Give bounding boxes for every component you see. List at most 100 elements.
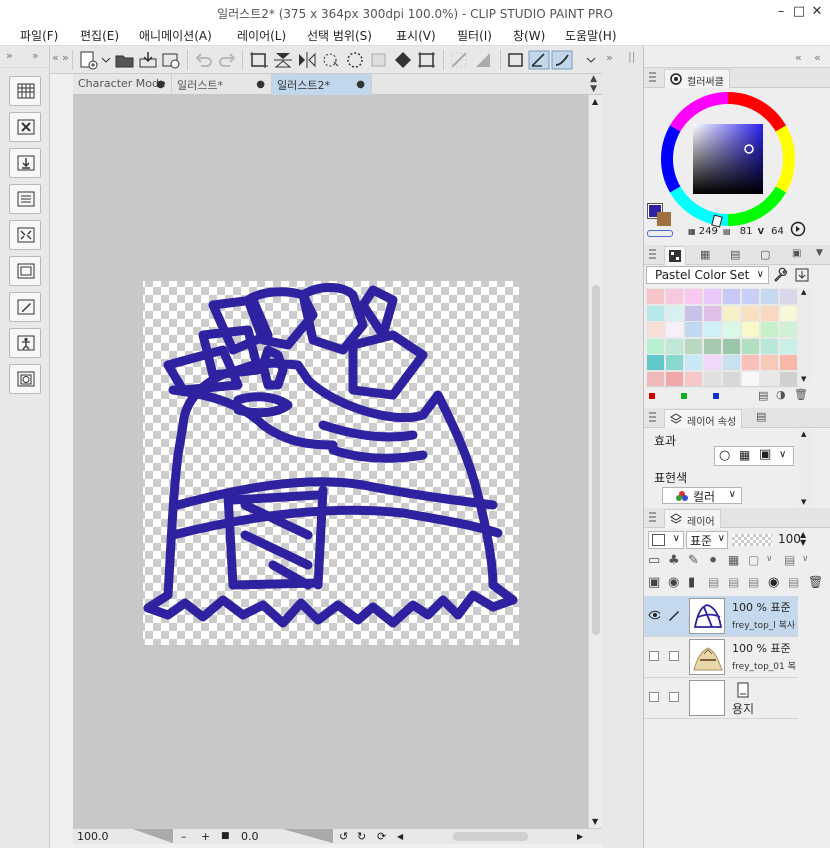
save-icon[interactable] — [137, 50, 159, 70]
color-swatch[interactable] — [665, 337, 684, 355]
color-swatch[interactable] — [665, 370, 684, 388]
deselect-icon[interactable] — [368, 50, 390, 70]
import-color-set-icon[interactable] — [794, 267, 810, 283]
delete-color-icon[interactable]: 🗑 — [794, 388, 808, 401]
color-swatch[interactable] — [665, 304, 684, 322]
swatch-scrollbar[interactable]: ▲ ▼ — [799, 288, 811, 383]
color-swatch[interactable] — [779, 288, 798, 305]
new-folder-icon[interactable]: ▮ — [688, 575, 695, 590]
color-swatch[interactable] — [703, 304, 722, 322]
special-ruler-icon[interactable] — [473, 50, 495, 70]
horizontal-scroll-thumb[interactable] — [453, 832, 528, 841]
tab-overflow-icon[interactable]: ▼ — [816, 248, 823, 258]
toolbar-more-icon[interactable] — [584, 50, 598, 70]
layer-color-icon[interactable]: ▣ — [759, 447, 771, 462]
border-effect-icon[interactable]: ○ — [719, 448, 730, 463]
color-swatch[interactable] — [779, 337, 798, 355]
menu-view[interactable]: 표시(V) — [396, 27, 436, 44]
tone-effect-icon[interactable]: ▦ — [739, 448, 750, 462]
ruler-create-icon[interactable]: ▤ — [788, 575, 799, 589]
effect-selector[interactable]: ○ ▦ ▣ ∨ — [714, 446, 794, 466]
color-swatch[interactable] — [741, 354, 760, 371]
panel-grip-icon[interactable] — [649, 512, 656, 522]
color-swatch[interactable] — [665, 288, 684, 305]
brush-snap-icon[interactable] — [551, 50, 573, 70]
color-swatch[interactable] — [665, 354, 684, 371]
layer-property-extra-tab-icon[interactable]: ▤ — [756, 410, 766, 423]
color-swatch[interactable] — [684, 354, 703, 371]
draft-layer-icon[interactable]: ✎ — [688, 553, 699, 568]
scroll-up-icon[interactable]: ▲ — [801, 430, 806, 438]
selection-icon[interactable] — [344, 50, 366, 70]
dock-close-icon[interactable]: « — [814, 51, 821, 64]
edit-checkbox[interactable] — [669, 651, 679, 661]
mask-icon[interactable]: ▢ — [748, 553, 759, 567]
tab-character-mode[interactable]: Character Mode ● — [73, 74, 172, 95]
zoom-out-icon[interactable]: – — [181, 830, 187, 843]
layer-row[interactable]: 100 % 표준 frey_top_01 복 — [644, 637, 798, 678]
menu-help[interactable]: 도움말(H) — [565, 27, 617, 44]
chevron-down-icon[interactable] — [100, 50, 112, 70]
tab-color-circle[interactable]: 컬러써클 — [664, 69, 730, 88]
camera-button[interactable] — [9, 364, 41, 394]
color-swatch[interactable] — [779, 370, 798, 388]
edit-button[interactable] — [9, 292, 41, 322]
fill-icon[interactable] — [392, 50, 414, 70]
collapse-icon[interactable]: » — [62, 51, 69, 64]
color-swatch[interactable] — [760, 370, 779, 388]
visibility-checkbox[interactable] — [649, 651, 659, 661]
color-swatch[interactable] — [684, 337, 703, 355]
3d-figure-button[interactable] — [9, 328, 41, 358]
layer-row[interactable]: 100 % 표준 frey_top_l 복사 — [644, 596, 798, 637]
ruler-visibility-icon[interactable]: ▤ — [784, 553, 795, 567]
expand-right-icon[interactable]: » — [32, 49, 39, 62]
scroll-right-icon[interactable]: ▶ — [577, 832, 583, 841]
color-swatch[interactable] — [722, 321, 741, 338]
frame-icon[interactable] — [505, 50, 527, 70]
tab-scroll-up-icon[interactable]: ▲ — [590, 74, 597, 84]
canvas-svg[interactable] — [73, 95, 588, 828]
color-swatch[interactable] — [722, 337, 741, 355]
color-swatch[interactable] — [684, 321, 703, 338]
blend-mode-dropdown[interactable]: 표준 ∨ — [686, 531, 728, 549]
color-mode-icon[interactable] — [790, 221, 806, 237]
color-swatch[interactable] — [779, 304, 798, 322]
minimize-icon[interactable]: – — [772, 3, 790, 21]
tab-more-icon[interactable]: ▣ — [792, 248, 801, 259]
color-swatch[interactable] — [703, 337, 722, 355]
scroll-down-icon[interactable]: ▼ — [592, 817, 598, 826]
color-swatch[interactable] — [703, 370, 722, 388]
color-swatch[interactable] — [684, 304, 703, 322]
wrench-icon[interactable] — [772, 267, 788, 283]
panel-grip-icon[interactable] — [649, 412, 656, 422]
lock-transparency-icon[interactable]: ▦ — [728, 553, 739, 567]
color-swatch[interactable] — [741, 337, 760, 355]
color-swatch[interactable] — [779, 321, 798, 338]
rotation-slider[interactable] — [283, 829, 333, 843]
color-swatch[interactable] — [646, 354, 665, 371]
scroll-down-icon[interactable]: ▼ — [801, 498, 806, 506]
mask-create-icon[interactable]: ▤ — [748, 575, 759, 589]
layer-row[interactable]: 용지 — [644, 678, 798, 719]
expression-color-dropdown[interactable]: 컬러 ∨ — [662, 487, 742, 504]
new-vector-layer-icon[interactable]: ◉ — [668, 575, 679, 590]
open-folder-icon[interactable] — [114, 50, 136, 70]
replace-color-icon[interactable]: ◑ — [776, 388, 786, 401]
panel-grip-icon[interactable] — [649, 249, 656, 259]
add-color-icon[interactable]: ▤ — [758, 389, 768, 402]
close-canvas-button[interactable] — [9, 112, 41, 142]
ruler-snap-icon[interactable] — [449, 50, 471, 70]
zoom-slider[interactable] — [133, 829, 173, 843]
tab-approximate-color-icon[interactable]: ▤ — [730, 248, 740, 261]
dock-expand-icon[interactable]: « — [795, 51, 802, 64]
color-swatch[interactable] — [646, 288, 665, 305]
clip-layer-icon[interactable]: ▭ — [648, 553, 660, 568]
tab-layer[interactable]: 레이어 — [664, 509, 721, 528]
close-icon[interactable]: ✕ — [808, 3, 826, 21]
layer-color-dropdown[interactable]: ∨ — [648, 531, 684, 549]
color-swatch[interactable] — [760, 354, 779, 371]
tab-illust2[interactable]: 일러스트2* ● — [272, 74, 372, 95]
combine-down-icon[interactable]: ▤ — [728, 575, 739, 589]
menu-animation[interactable]: 애니메이션(A) — [139, 27, 212, 44]
eye-icon[interactable] — [648, 609, 660, 621]
